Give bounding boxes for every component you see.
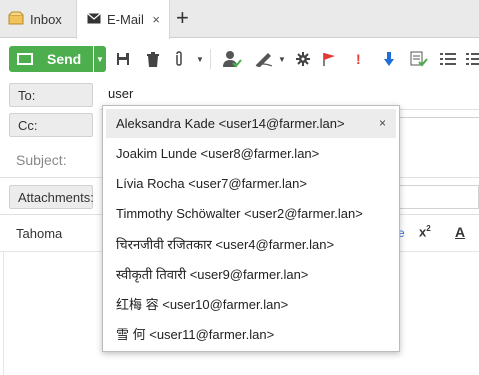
cc-input[interactable] (400, 117, 479, 118)
autocomplete-item-label: Lívia Rocha <user7@farmer.lan> (116, 176, 307, 191)
add-tab-button[interactable]: + (176, 7, 189, 29)
text-color-button[interactable]: A (455, 224, 465, 240)
autocomplete-item-label: 雪 何 <user11@farmer.lan> (116, 327, 275, 342)
flag-icon[interactable] (322, 49, 336, 69)
tab-inbox-label: Inbox (30, 11, 62, 27)
attach-options-dropdown[interactable]: ▼ (196, 49, 204, 69)
autocomplete-item-label: चिरनजीवी रजितकार <user4@farmer.lan> (116, 236, 335, 252)
editor-left-border (3, 252, 4, 375)
autocomplete-item-label: Joakim Lunde <user8@farmer.lan> (116, 146, 320, 161)
autocomplete-item[interactable]: Joakim Lunde <user8@farmer.lan> (106, 139, 396, 168)
tab-email[interactable]: E-Mail × (76, 0, 170, 39)
autocomplete-item[interactable]: चिरनजीवी रजितकार <user4@farmer.lan> (106, 229, 396, 258)
subject-input[interactable]: Subject: (16, 152, 67, 168)
save-icon[interactable] (116, 49, 130, 69)
autocomplete-item[interactable]: Timmothy Schöwalter <user2@farmer.lan> (106, 199, 396, 228)
cc-label: Cc: (18, 117, 38, 133)
font-family-select[interactable]: Tahoma (16, 226, 62, 241)
high-priority-icon[interactable]: ! (356, 49, 361, 69)
read-receipt-icon[interactable] (410, 49, 428, 69)
autocomplete-item-label: 红梅 容 <user10@farmer.lan> (116, 297, 289, 312)
recipient-autocomplete: Aleksandra Kade <user14@farmer.lan> × Jo… (102, 105, 400, 352)
toolbar: Send ▼ ▼ ▼ ! (0, 39, 479, 79)
attachments-button[interactable]: Attachments: (9, 185, 94, 209)
to-input[interactable]: user (108, 86, 133, 101)
list-numbered-icon[interactable] (440, 49, 456, 69)
autocomplete-item-label: Aleksandra Kade <user14@farmer.lan> (116, 116, 345, 131)
toolbar-divider (210, 49, 211, 69)
autocomplete-item-label: Timmothy Schöwalter <user2@farmer.lan> (116, 206, 363, 221)
attachments-label: Attachments: (18, 189, 94, 205)
close-tab-icon[interactable]: × (152, 12, 160, 27)
autocomplete-item[interactable]: 雪 何 <user11@farmer.lan> (106, 319, 396, 348)
autocomplete-item[interactable]: Aleksandra Kade <user14@farmer.lan> × (106, 109, 396, 138)
inbox-icon (8, 11, 24, 28)
tab-inbox[interactable]: Inbox (0, 0, 74, 38)
autocomplete-item[interactable]: Lívia Rocha <user7@farmer.lan> (106, 169, 396, 198)
send-button-label: Send (47, 51, 82, 67)
tab-bar: Inbox E-Mail × + (0, 0, 479, 39)
signature-icon[interactable] (254, 49, 274, 69)
send-button[interactable]: Send (9, 46, 93, 72)
attachments-field[interactable] (400, 185, 479, 209)
send-options-dropdown[interactable]: ▼ (94, 46, 106, 72)
to-button[interactable]: To: (9, 83, 93, 107)
cc-button[interactable]: Cc: (9, 113, 93, 137)
autocomplete-item[interactable]: 红梅 容 <user10@farmer.lan> (106, 289, 396, 318)
autocomplete-item[interactable]: स्वीकृती तिवारी <user9@farmer.lan> (106, 259, 396, 288)
superscript-button[interactable]: x2 (419, 224, 431, 239)
list-options-icon[interactable] (466, 49, 479, 69)
remove-suggestion-icon[interactable]: × (379, 116, 386, 130)
signature-options-dropdown[interactable]: ▼ (278, 49, 286, 69)
attach-icon[interactable] (174, 49, 184, 69)
mail-icon (87, 12, 101, 27)
to-label: To: (18, 87, 36, 103)
send-envelope-icon (17, 53, 33, 65)
contact-check-icon[interactable] (222, 49, 242, 69)
autocomplete-item-label: स्वीकृती तिवारी <user9@farmer.lan> (116, 266, 309, 282)
delete-icon[interactable] (146, 49, 160, 69)
tab-email-label: E-Mail (107, 12, 144, 27)
settings-gear-icon[interactable] (296, 49, 310, 69)
superscript-mark: 2 (426, 224, 431, 233)
low-priority-arrow-icon[interactable] (384, 49, 394, 69)
